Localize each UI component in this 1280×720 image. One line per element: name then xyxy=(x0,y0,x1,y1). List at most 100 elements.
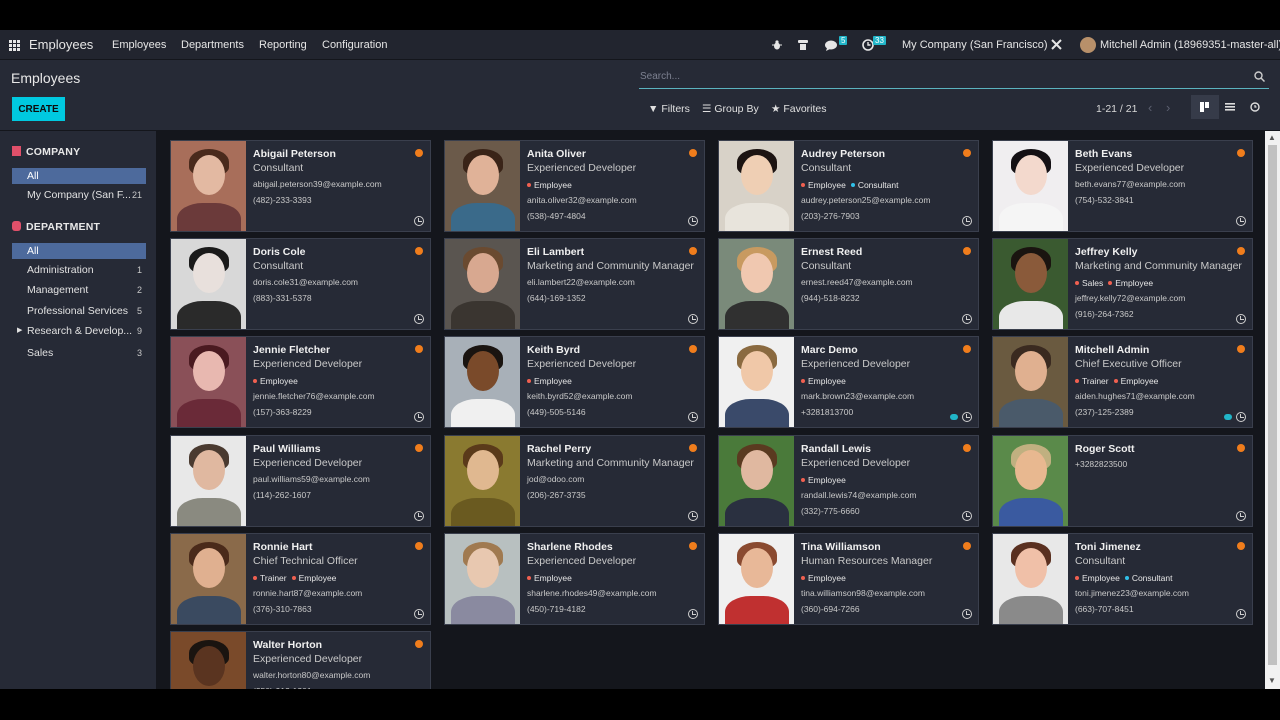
employee-photo[interactable] xyxy=(171,632,246,689)
scrollbar-thumb[interactable] xyxy=(1268,145,1277,665)
activity-clock-icon[interactable] xyxy=(688,412,698,422)
employee-card[interactable]: Ernest Reed Consultant ernest.reed47@examp… xyxy=(718,238,979,330)
employee-photo[interactable] xyxy=(171,436,246,526)
company-filter-my-company[interactable]: My Company (San F... 21 xyxy=(12,187,146,203)
menu-reporting[interactable]: Reporting xyxy=(259,30,307,60)
department-filter-sales[interactable]: Sales 3 xyxy=(12,345,146,361)
scroll-up-icon[interactable]: ▲ xyxy=(1268,133,1276,142)
app-title[interactable]: Employees xyxy=(29,30,93,60)
employee-photo[interactable] xyxy=(993,239,1068,329)
employee-card[interactable]: Randall Lewis Experienced Developer Employ… xyxy=(718,435,979,527)
activity-clock-icon[interactable] xyxy=(1236,314,1246,324)
bug-icon[interactable] xyxy=(772,40,782,50)
employee-card[interactable]: Eli Lambert Marketing and Community Manag… xyxy=(444,238,705,330)
search-icon[interactable] xyxy=(1254,71,1265,82)
department-filter-management[interactable]: Management 2 xyxy=(12,282,146,298)
employee-photo[interactable] xyxy=(993,534,1068,624)
activity-clock-icon[interactable] xyxy=(1236,412,1246,422)
user-avatar[interactable] xyxy=(1080,37,1096,53)
menu-departments[interactable]: Departments xyxy=(181,30,244,60)
activity-clock-icon[interactable] xyxy=(414,511,424,521)
employee-card[interactable]: Anita Oliver Experienced Developer Employe… xyxy=(444,140,705,232)
activity-clock-icon[interactable] xyxy=(962,314,972,324)
employee-card[interactable]: Abigail Peterson Consultant abigail.peters… xyxy=(170,140,431,232)
employee-card[interactable]: Audrey Peterson Consultant Employee Consult… xyxy=(718,140,979,232)
employee-photo[interactable] xyxy=(445,141,520,231)
messages-icon[interactable] xyxy=(825,40,838,51)
activity-view-button[interactable] xyxy=(1241,95,1269,119)
search-bar[interactable]: Search... xyxy=(639,69,1269,89)
company-switcher[interactable]: My Company (San Francisco) xyxy=(902,30,1048,60)
activity-clock-icon[interactable] xyxy=(414,216,424,226)
employee-photo[interactable] xyxy=(719,141,794,231)
employee-photo[interactable] xyxy=(993,436,1068,526)
activity-clock-icon[interactable] xyxy=(414,412,424,422)
employee-card[interactable]: Walter Horton Experienced Developer walter… xyxy=(170,631,431,689)
activity-clock-icon[interactable] xyxy=(962,412,972,422)
employee-photo[interactable] xyxy=(171,141,246,231)
employee-photo[interactable] xyxy=(719,534,794,624)
pager-value[interactable]: 1-21 / 21 xyxy=(1096,103,1137,115)
department-filter-professional-services[interactable]: Professional Services 5 xyxy=(12,303,146,319)
activity-clock-icon[interactable] xyxy=(962,216,972,226)
menu-configuration[interactable]: Configuration xyxy=(322,30,387,60)
activity-clock-icon[interactable] xyxy=(1236,216,1246,226)
employee-photo[interactable] xyxy=(445,337,520,427)
employee-photo[interactable] xyxy=(445,239,520,329)
company-filter-all[interactable]: All xyxy=(12,168,146,184)
chat-icon[interactable] xyxy=(950,414,958,420)
activity-clock-icon[interactable] xyxy=(962,511,972,521)
caret-right-icon[interactable]: ▶ xyxy=(17,323,22,339)
department-filter-research-development[interactable]: ▶ Research & Develop... 9 xyxy=(12,323,146,339)
employee-photo[interactable] xyxy=(171,534,246,624)
department-filter-all[interactable]: All xyxy=(12,243,146,259)
filters-button[interactable]: ▼ Filters xyxy=(648,103,690,115)
employee-photo[interactable] xyxy=(171,239,246,329)
employee-photo[interactable] xyxy=(445,534,520,624)
employee-card[interactable]: Rachel Perry Marketing and Community Mana… xyxy=(444,435,705,527)
list-view-button[interactable] xyxy=(1216,95,1244,119)
employee-card[interactable]: Roger Scott +3282823500 xyxy=(992,435,1253,527)
scrollbar[interactable]: ▲ ▼ xyxy=(1265,131,1280,689)
menu-employees[interactable]: Employees xyxy=(112,30,166,60)
employee-card[interactable]: Keith Byrd Experienced Developer Employee k… xyxy=(444,336,705,428)
employee-photo[interactable] xyxy=(445,436,520,526)
employee-card[interactable]: Beth Evans Experienced Developer beth.evan… xyxy=(992,140,1253,232)
activity-clock-icon[interactable] xyxy=(688,511,698,521)
employee-card[interactable]: Doris Cole Consultant doris.cole31@example… xyxy=(170,238,431,330)
activity-clock-icon[interactable] xyxy=(688,609,698,619)
employee-card[interactable]: Mitchell Admin Chief Executive Officer Tra… xyxy=(992,336,1253,428)
employee-photo[interactable] xyxy=(993,337,1068,427)
group-by-button[interactable]: ☰ Group By xyxy=(702,103,759,115)
employee-photo[interactable] xyxy=(171,337,246,427)
employee-card[interactable]: Ronnie Hart Chief Technical Officer Traine… xyxy=(170,533,431,625)
activity-clock-icon[interactable] xyxy=(1236,511,1246,521)
debug-tools-icon[interactable] xyxy=(1050,38,1063,51)
employee-card[interactable]: Jeffrey Kelly Marketing and Community Man… xyxy=(992,238,1253,330)
favorites-button[interactable]: ★ Favorites xyxy=(771,103,827,115)
employee-photo[interactable] xyxy=(719,436,794,526)
scroll-down-icon[interactable]: ▼ xyxy=(1268,676,1276,685)
department-filter-administration[interactable]: Administration 1 xyxy=(12,262,146,278)
employee-card[interactable]: Tina Williamson Human Resources Manager Em… xyxy=(718,533,979,625)
activity-clock-icon[interactable] xyxy=(688,216,698,226)
activity-clock-icon[interactable] xyxy=(688,314,698,324)
kanban-view-button[interactable] xyxy=(1191,95,1219,119)
employee-photo[interactable] xyxy=(719,239,794,329)
employee-card[interactable]: Marc Demo Experienced Developer Employee ma… xyxy=(718,336,979,428)
create-button[interactable]: CREATE xyxy=(12,97,65,121)
apps-menu-icon[interactable] xyxy=(9,40,20,51)
activity-clock-icon[interactable] xyxy=(414,314,424,324)
search-input[interactable]: Search... xyxy=(640,71,680,82)
employee-photo[interactable] xyxy=(719,337,794,427)
pager-next-icon[interactable]: › xyxy=(1166,100,1170,115)
employee-card[interactable]: Jennie Fletcher Experienced Developer Empl… xyxy=(170,336,431,428)
employee-card[interactable]: Sharlene Rhodes Experienced Developer Empl… xyxy=(444,533,705,625)
employee-card[interactable]: Toni Jimenez Consultant Employee Consultant… xyxy=(992,533,1253,625)
activity-clock-icon[interactable] xyxy=(1236,609,1246,619)
activity-clock-icon[interactable] xyxy=(962,609,972,619)
user-menu[interactable]: Mitchell Admin (18969351-master-all) xyxy=(1100,30,1280,60)
employee-photo[interactable] xyxy=(993,141,1068,231)
phone-icon[interactable] xyxy=(797,39,809,51)
pager-previous-icon[interactable]: ‹ xyxy=(1148,100,1152,115)
